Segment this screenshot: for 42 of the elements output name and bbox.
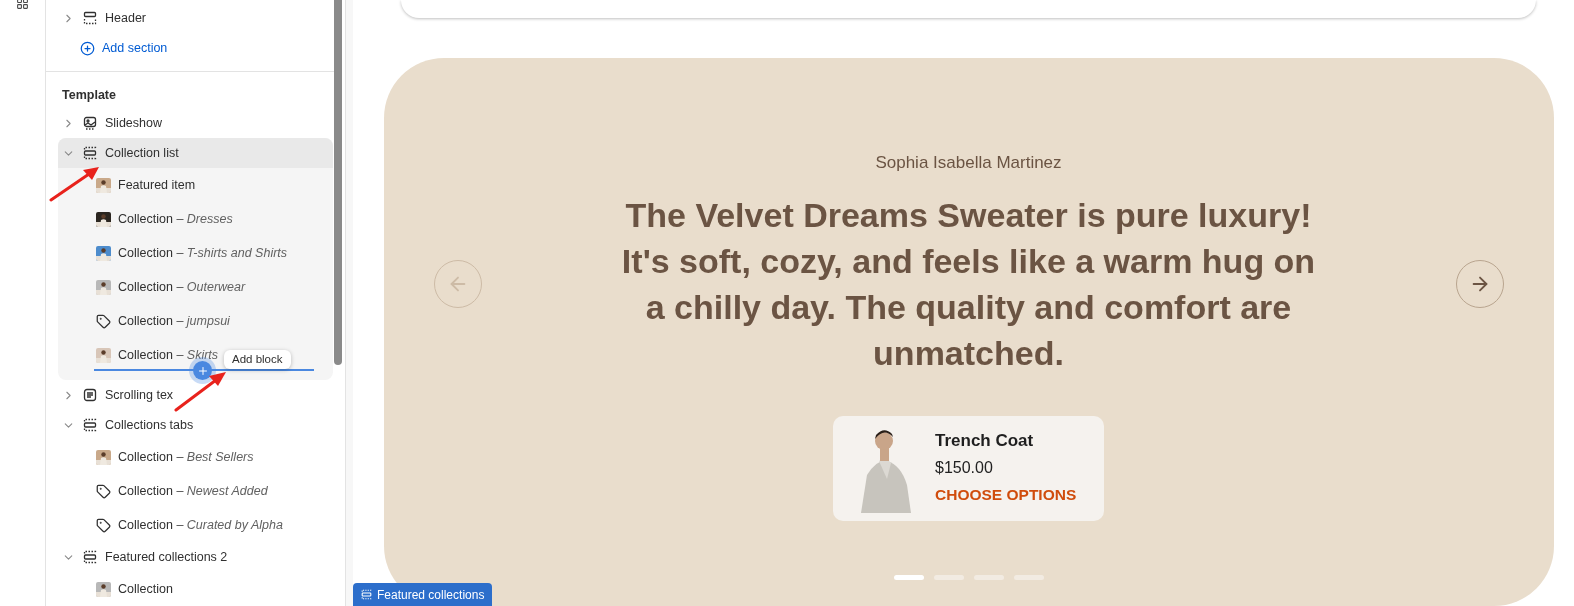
block-label[interactable]: Featured item <box>118 175 196 195</box>
text-block-icon <box>83 388 97 402</box>
choose-options-link[interactable]: CHOOSE OPTIONS <box>935 482 1077 509</box>
block-label[interactable]: Collection – Skirts <box>118 345 219 365</box>
add-section-button[interactable]: Add section <box>58 35 168 61</box>
section-label[interactable]: Header <box>105 8 146 28</box>
block-label[interactable]: Collection – T-shirts and Shirts <box>118 243 288 263</box>
block-label[interactable]: Collection – jumpsui <box>118 311 230 331</box>
section-label[interactable]: Collection list <box>105 143 179 163</box>
product-name[interactable]: Trench Coat <box>935 428 1077 455</box>
block-label[interactable]: Collection – Outerwear <box>118 277 246 297</box>
apps-icon[interactable] <box>16 0 29 10</box>
header-icon <box>83 11 97 25</box>
image-icon <box>83 116 97 130</box>
section-label[interactable]: Scrolling tex <box>105 385 174 405</box>
block-label[interactable]: Collection – Dresses <box>118 209 233 229</box>
annotation-arrow <box>49 164 101 202</box>
block-label[interactable]: Collection – Best Sellers <box>118 447 254 467</box>
section-label[interactable]: Collections tabs <box>105 415 194 435</box>
block-label[interactable]: Collection – Curated by Alpha <box>118 515 283 535</box>
section-icon <box>83 146 97 160</box>
block-label[interactable]: Collection <box>118 579 173 599</box>
tag-icon <box>96 517 111 533</box>
scrollbar[interactable] <box>334 0 342 365</box>
section-label[interactable]: Featured collections 2 <box>105 547 228 567</box>
slide-indicator[interactable] <box>893 574 924 580</box>
section-icon <box>83 418 97 432</box>
tag-icon <box>96 483 111 499</box>
add-block-button[interactable] <box>193 361 212 380</box>
product-price: $150.00 <box>935 458 994 479</box>
testimonial-author: Sophia Isabella Martinez <box>875 151 1062 172</box>
block-label[interactable]: Collection – Newest Added <box>118 481 268 501</box>
section-tag-label: Featured collections <box>377 586 485 604</box>
section-icon <box>361 589 372 600</box>
section-label[interactable]: Slideshow <box>105 113 162 133</box>
add-block-tooltip: Add block <box>224 350 291 369</box>
tag-icon <box>96 313 111 329</box>
testimonial-quote: The Velvet Dreams Sweater is pure luxury! It's soft, cozy, and feels like a warm hug on a chilly day. The quality and comfort are unmatched. <box>620 194 1317 374</box>
plus-icon <box>196 364 209 377</box>
section-icon <box>83 550 97 564</box>
group-title: Template <box>61 87 117 104</box>
add-icon <box>80 40 95 56</box>
